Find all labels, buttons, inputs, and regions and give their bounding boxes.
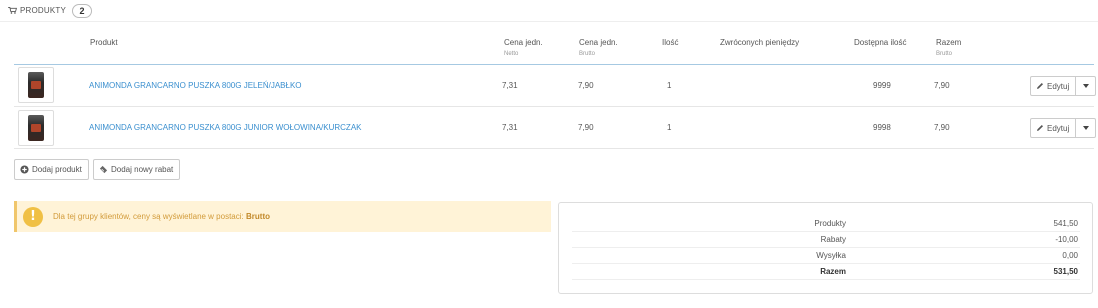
cell-total: 7,90 <box>934 81 950 90</box>
cell-total: 7,90 <box>934 123 950 132</box>
totals-products-label: Produkty <box>814 219 846 228</box>
header-unit-price-net-sub: Netto <box>504 51 519 57</box>
totals-total-label: Razem <box>820 267 846 276</box>
row-divider <box>14 148 1094 149</box>
cell-price-net: 7,31 <box>502 123 518 132</box>
edit-button[interactable]: Edytuj <box>1030 118 1077 138</box>
alert-message: Dla tej grupy klientów, ceny są wyświetl… <box>53 212 270 221</box>
header-total-sub: Brutto <box>936 51 953 57</box>
edit-button-group: Edytuj <box>1030 118 1097 138</box>
header-unit-price-gross: Cena jedn. <box>579 38 618 47</box>
totals-shipping-label: Wysyłka <box>816 251 846 260</box>
cell-quantity: 1 <box>667 123 672 132</box>
caret-down-icon <box>1082 84 1089 88</box>
exclamation-icon: ! <box>23 206 43 227</box>
add-discount-button[interactable]: Dodaj nowy rabat <box>93 159 181 180</box>
header-available-quantity: Dostępna ilość <box>854 38 907 47</box>
header-product: Produkt <box>90 38 118 47</box>
pencil-icon <box>1037 125 1043 131</box>
alert-price-mode: Brutto <box>246 212 270 221</box>
totals-discounts-value: -10,00 <box>1055 235 1078 244</box>
edit-dropdown-toggle[interactable] <box>1076 76 1097 96</box>
edit-button-group: Edytuj <box>1030 76 1097 96</box>
product-name-link[interactable]: ANIMONDA GRANCARNO PUSZKA 800G JUNIOR WO… <box>89 123 361 133</box>
alert-text: Dla tej grupy klientów, ceny są wyświetl… <box>53 212 244 221</box>
product-thumbnail[interactable] <box>18 110 54 146</box>
shopping-cart-icon <box>8 7 17 14</box>
header-quantity: Ilość <box>662 38 679 47</box>
product-can-image <box>28 72 44 98</box>
totals-row-total: Razem 531,50 <box>572 264 1080 280</box>
header-unit-price-gross-sub: Brutto <box>579 51 596 57</box>
totals-row-discounts: Rabaty -10,00 <box>572 232 1080 248</box>
order-totals-panel: Produkty 541,50 Rabaty -10,00 Wysyłka 0,… <box>558 202 1093 294</box>
header-refunded: Zwróconych pieniędzy <box>720 38 800 47</box>
edit-button[interactable]: Edytuj <box>1030 76 1077 96</box>
add-discount-label: Dodaj nowy rabat <box>111 165 174 174</box>
add-product-label: Dodaj produkt <box>32 165 82 174</box>
panel-heading: PRODUKTY 2 <box>0 0 1098 22</box>
product-name-link[interactable]: ANIMONDA GRANCARNO PUSZKA 800G JELEŃ/JAB… <box>89 81 302 91</box>
edit-dropdown-toggle[interactable] <box>1076 118 1097 138</box>
header-total: Razem <box>936 38 962 47</box>
edit-button-label: Edytuj <box>1047 81 1070 91</box>
totals-discounts-label: Rabaty <box>820 235 846 244</box>
product-thumbnail[interactable] <box>18 67 54 103</box>
pencil-icon <box>1037 83 1043 89</box>
cell-price-net: 7,31 <box>502 81 518 90</box>
panel-title: PRODUKTY <box>20 6 67 15</box>
totals-row-shipping: Wysyłka 0,00 <box>572 248 1080 264</box>
caret-down-icon <box>1082 126 1089 130</box>
cell-price-gross: 7,90 <box>578 123 594 132</box>
products-panel: PRODUKTY 2 Produkt Cena jedn. Netto Cena… <box>0 0 1098 308</box>
cell-price-gross: 7,90 <box>578 81 594 90</box>
cell-available: 9999 <box>873 81 891 90</box>
edit-button-label: Edytuj <box>1047 123 1070 133</box>
totals-total-value: 531,50 <box>1053 267 1078 276</box>
cell-available: 9998 <box>873 123 891 132</box>
totals-row-products: Produkty 541,50 <box>572 216 1080 232</box>
ticket-icon <box>99 165 108 174</box>
header-divider <box>14 64 1094 65</box>
totals-products-value: 541,50 <box>1053 219 1078 228</box>
plus-circle-icon <box>20 165 29 174</box>
price-display-alert: ! Dla tej grupy klientów, ceny są wyświe… <box>14 201 551 232</box>
cell-quantity: 1 <box>667 81 672 90</box>
totals-shipping-value: 0,00 <box>1062 251 1078 260</box>
header-unit-price-net: Cena jedn. <box>504 38 543 47</box>
product-can-image <box>28 115 44 141</box>
row-divider <box>14 106 1094 107</box>
add-product-button[interactable]: Dodaj produkt <box>14 159 89 180</box>
product-count-badge: 2 <box>72 3 93 18</box>
